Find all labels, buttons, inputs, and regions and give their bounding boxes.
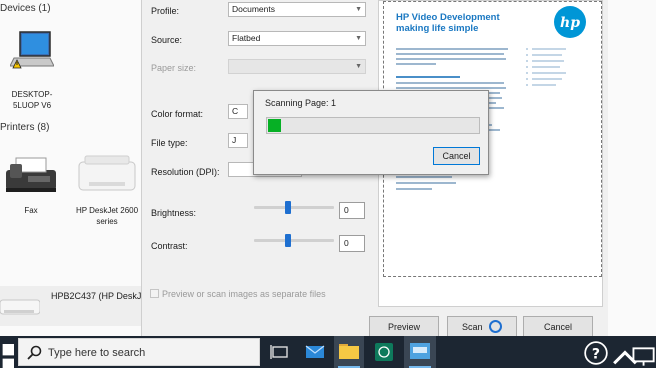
- device-label: DESKTOP-5LUOP V6: [11, 90, 53, 110]
- contrast-slider[interactable]: [254, 234, 334, 247]
- file-explorer-taskbar-item[interactable]: [334, 336, 364, 368]
- separate-files-label: Preview or scan images as separate files: [162, 289, 326, 299]
- scanning-progress-dialog: Scanning Page: 1 Cancel: [253, 90, 489, 175]
- doc-title: HP Video Development making life simple: [396, 12, 500, 34]
- windows-scan-taskbar-item[interactable]: [404, 336, 436, 368]
- fax-icon: [6, 157, 56, 192]
- slider-thumb[interactable]: [285, 201, 291, 214]
- selected-device-row[interactable]: HPB2C437 (HP DeskJe: [0, 286, 146, 326]
- start-button-icon[interactable]: [0, 344, 14, 368]
- taskbar-search-box[interactable]: Type here to search: [18, 338, 260, 366]
- separate-files-checkbox[interactable]: Preview or scan images as separate files: [150, 289, 326, 299]
- search-icon: [27, 345, 42, 360]
- source-label: Source:: [151, 35, 183, 45]
- popup-cancel-button[interactable]: Cancel: [433, 147, 480, 165]
- checkbox-box: [150, 289, 159, 298]
- file-type-value: J: [232, 135, 237, 145]
- chevron-down-icon: ▼: [355, 35, 362, 42]
- source-dropdown[interactable]: Flatbed ▼: [228, 31, 366, 46]
- printer-deskjet[interactable]: HP DeskJet 2600 series: [72, 152, 142, 227]
- devices-heading: Devices (1): [0, 3, 51, 14]
- laptop-icon: [9, 31, 55, 69]
- progress-bar-fill: [268, 119, 281, 132]
- hp-logo-text: hp: [560, 15, 580, 31]
- search-placeholder: Type here to search: [48, 347, 146, 359]
- chevron-down-icon: ▼: [355, 63, 362, 70]
- scanner-icon: [0, 299, 40, 315]
- doc-title-line1: HP Video Development: [396, 12, 500, 23]
- busy-spinner-icon: [489, 320, 503, 333]
- printers-heading: Printers (8): [0, 122, 50, 133]
- progress-bar: [266, 117, 480, 134]
- file-type-dropdown[interactable]: J: [228, 133, 248, 148]
- network-icon[interactable]: [632, 344, 656, 368]
- printer-label: Fax: [24, 206, 38, 215]
- file-type-label: File type:: [151, 138, 188, 148]
- paper-size-dropdown[interactable]: ▼: [228, 59, 366, 74]
- profile-label: Profile:: [151, 6, 180, 16]
- doc-title-line2: making life simple: [396, 23, 479, 34]
- network-globe-icon[interactable]: [371, 339, 397, 365]
- help-icon[interactable]: ?: [583, 340, 609, 366]
- color-format-label: Color format:: [151, 109, 204, 119]
- resolution-label: Resolution (DPI):: [151, 167, 220, 177]
- printer-label: HP DeskJet 2600 series: [75, 206, 139, 226]
- scan-button-label: Scan: [461, 322, 483, 332]
- taskbar: Type here to search ?: [0, 336, 656, 368]
- color-format-dropdown[interactable]: C: [228, 104, 248, 119]
- device-desktop[interactable]: DESKTOP-5LUOP V6: [0, 30, 64, 111]
- printer-icon: [78, 155, 136, 191]
- hp-logo-icon: hp: [554, 6, 586, 38]
- svg-text:?: ?: [592, 346, 600, 362]
- paper-size-label: Paper size:: [151, 63, 197, 73]
- selected-device-label: HPB2C437 (HP DeskJe: [51, 291, 147, 301]
- mail-icon[interactable]: [302, 339, 328, 365]
- contrast-label: Contrast:: [151, 241, 188, 251]
- contrast-value[interactable]: 0: [339, 235, 365, 252]
- scanning-caption: Scanning Page: 1: [265, 98, 337, 108]
- folder-icon: [339, 344, 359, 359]
- slider-thumb[interactable]: [285, 234, 291, 247]
- scan-button[interactable]: Scan: [447, 316, 517, 338]
- printer-fax[interactable]: Fax: [0, 152, 62, 216]
- cancel-button[interactable]: Cancel: [523, 316, 593, 338]
- task-view-icon[interactable]: [267, 339, 293, 365]
- brightness-value[interactable]: 0: [339, 202, 365, 219]
- scanner-app-icon: [410, 343, 430, 359]
- source-value: Flatbed: [232, 33, 261, 43]
- preview-button[interactable]: Preview: [369, 316, 439, 338]
- brightness-slider[interactable]: [254, 201, 334, 214]
- chevron-down-icon: ▼: [355, 6, 362, 13]
- brightness-label: Brightness:: [151, 208, 197, 218]
- profile-value: Documents: [232, 4, 275, 14]
- color-format-value: C: [232, 106, 239, 116]
- profile-dropdown[interactable]: Documents ▼: [228, 2, 366, 17]
